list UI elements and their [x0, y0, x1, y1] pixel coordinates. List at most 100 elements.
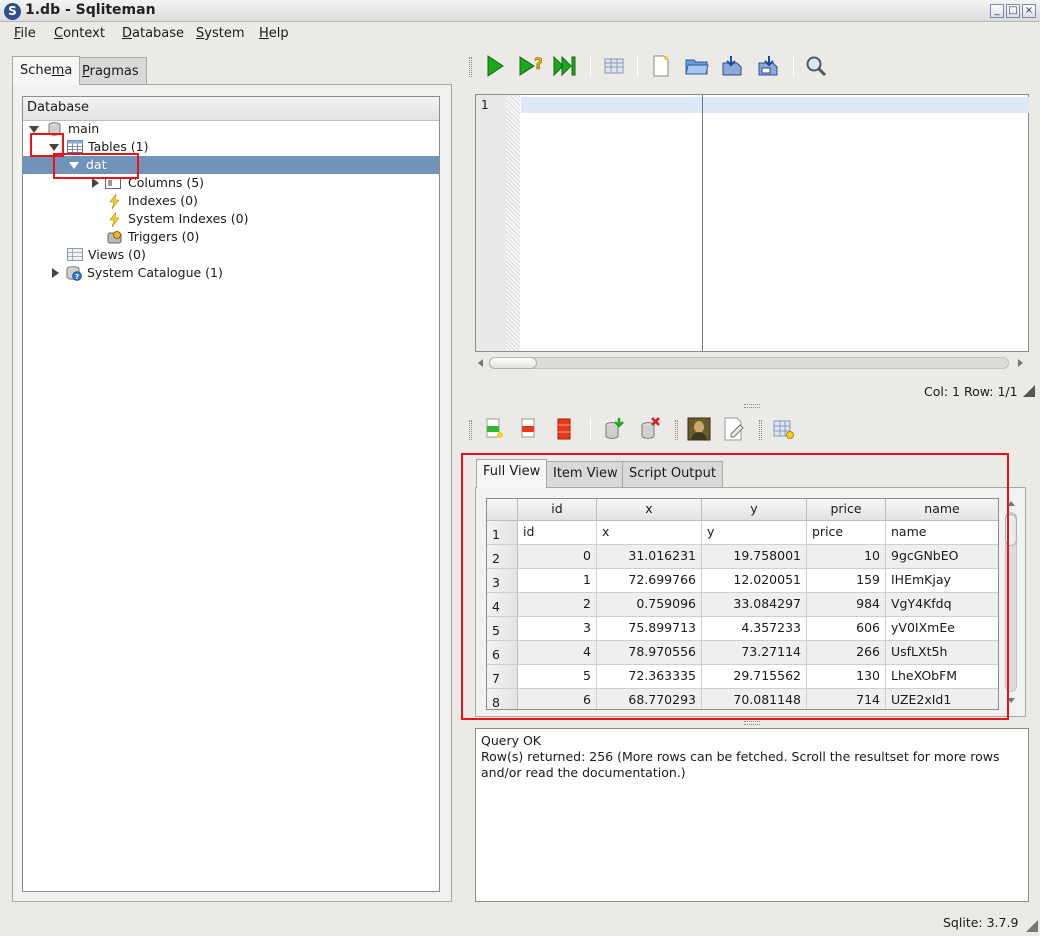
- menu-help[interactable]: Help: [259, 26, 289, 41]
- tree-node-label: System Catalogue (1): [87, 265, 223, 280]
- toolbar-grip[interactable]: [759, 420, 762, 440]
- query-message-area[interactable]: Query OK Row(s) returned: 256 (More rows…: [475, 728, 1029, 902]
- highlight-box-results: [461, 453, 1009, 720]
- toolbar-grip[interactable]: [469, 57, 472, 77]
- toolbar-separator: [793, 55, 794, 77]
- new-table-button[interactable]: [771, 416, 797, 442]
- resize-grip-icon[interactable]: [1026, 920, 1038, 932]
- editor-horizontal-scrollbar[interactable]: [475, 354, 1029, 372]
- tree-node-label: Columns (5): [128, 175, 205, 190]
- lightning-icon: [109, 193, 124, 210]
- menu-help-accel: H: [259, 26, 269, 41]
- database-tree[interactable]: Database main Tables (1) dat Columns (5)…: [22, 96, 440, 892]
- menu-database-label: atabase: [132, 26, 185, 41]
- menu-context[interactable]: Context: [54, 26, 105, 41]
- find-button[interactable]: [803, 53, 829, 79]
- folder-open-icon: [685, 59, 709, 75]
- run-all-icon: [553, 55, 576, 77]
- toolbar-separator: [590, 55, 591, 77]
- expand-arrow-icon[interactable]: [52, 268, 59, 278]
- menu-database-accel: D: [122, 26, 133, 41]
- menu-file[interactable]: File: [14, 26, 36, 41]
- tree-node-label: Indexes (0): [128, 193, 198, 208]
- commit-button[interactable]: [601, 416, 627, 442]
- menu-bar: File Context Database System Help: [0, 22, 1040, 46]
- commit-icon: [605, 418, 624, 439]
- new-file-button[interactable]: [648, 53, 674, 79]
- scrollbar-thumb[interactable]: [489, 357, 537, 369]
- cursor-position-status: Col: 1 Row: 1/1: [924, 384, 1018, 399]
- tree-node-system-indexes[interactable]: System Indexes (0): [23, 210, 439, 228]
- minimize-button[interactable]: _: [990, 4, 1004, 18]
- collapse-arrow-icon[interactable]: [29, 126, 39, 133]
- line-number: 1: [481, 98, 489, 112]
- close-button[interactable]: ×: [1022, 4, 1036, 18]
- save-as-button[interactable]: [756, 53, 782, 79]
- svg-text:?: ?: [534, 54, 542, 73]
- save-file-button[interactable]: [720, 53, 746, 79]
- search-icon: [806, 56, 827, 77]
- edge-marker-line: [702, 95, 703, 351]
- title-bar: S 1.db - Sqliteman _ □ ×: [0, 0, 1040, 22]
- vertical-splitter-handle[interactable]: [744, 721, 760, 725]
- delete-row-button[interactable]: [515, 416, 541, 442]
- toolbar-grip[interactable]: [469, 420, 472, 440]
- scrollbar-track[interactable]: [489, 357, 1009, 369]
- resize-grip-icon[interactable]: [1023, 385, 1035, 397]
- maximize-button[interactable]: □: [1006, 4, 1020, 18]
- edit-item-button[interactable]: [721, 416, 747, 442]
- rollback-button[interactable]: [637, 416, 663, 442]
- sql-editor[interactable]: 1: [475, 94, 1029, 352]
- tab-pragmas-label-b: ragmas: [89, 64, 139, 79]
- menu-context-accel: C: [54, 26, 64, 41]
- table-icon: [67, 140, 83, 154]
- insert-row-button[interactable]: [481, 416, 507, 442]
- window-title: 1.db - Sqliteman: [25, 2, 156, 18]
- message-detail: Row(s) returned: 256 (More rows can be f…: [481, 749, 1000, 780]
- current-line-highlight: [521, 97, 1029, 113]
- save-icon: [722, 56, 742, 76]
- new-table-icon: [773, 420, 794, 439]
- tree-node-views[interactable]: Views (0): [23, 246, 439, 264]
- save-as-icon: [758, 56, 778, 76]
- tab-schema-label-b: a: [64, 63, 73, 78]
- tree-node-label: Triggers (0): [128, 229, 200, 244]
- delete-all-rows-button[interactable]: [551, 416, 577, 442]
- expand-arrow-icon[interactable]: [92, 178, 99, 188]
- menu-system[interactable]: System: [196, 26, 245, 41]
- line-number-gutter: 1: [476, 95, 506, 351]
- explain-icon: ?: [519, 54, 542, 76]
- highlight-box-dat: [53, 153, 139, 179]
- tab-schema[interactable]: Schema: [12, 56, 81, 85]
- lightning-icon: [109, 211, 124, 228]
- run-sql-button[interactable]: [482, 53, 508, 79]
- catalogue-help-icon: ?: [66, 266, 82, 281]
- tab-pragmas[interactable]: Pragmas: [74, 57, 147, 84]
- tree-node-system-catalogue[interactable]: ? System Catalogue (1): [23, 264, 439, 282]
- explain-query-button[interactable]: ?: [517, 53, 543, 79]
- menu-file-label: ile: [20, 26, 36, 41]
- scroll-left-arrow-icon[interactable]: [478, 359, 483, 367]
- menu-database[interactable]: Database: [122, 26, 184, 41]
- tab-schema-label-a: Sche: [20, 63, 52, 78]
- run-script-button[interactable]: [553, 53, 579, 79]
- toolbar-grip[interactable]: [675, 420, 678, 440]
- message-status: Query OK: [481, 733, 541, 748]
- tree-node-label: Views (0): [88, 247, 146, 262]
- tree-node-main[interactable]: main: [23, 120, 439, 138]
- vertical-splitter-handle[interactable]: [744, 404, 760, 408]
- scroll-right-arrow-icon[interactable]: [1018, 359, 1023, 367]
- open-file-button[interactable]: [684, 53, 710, 79]
- menu-help-label: elp: [268, 26, 289, 41]
- menu-context-label: ontext: [63, 26, 105, 41]
- trigger-icon: [107, 230, 122, 244]
- tree-node-triggers[interactable]: Triggers (0): [23, 228, 439, 246]
- rollback-icon: [641, 417, 660, 439]
- tab-full-view[interactable]: Full View: [476, 459, 548, 488]
- blob-preview-button[interactable]: [686, 416, 712, 442]
- tab-schema-accel: m: [51, 63, 65, 78]
- object-browser-button[interactable]: [601, 53, 627, 79]
- sqlite-version-status: Sqlite: 3.7.9: [943, 915, 1019, 930]
- tree-node-indexes[interactable]: Indexes (0): [23, 192, 439, 210]
- picture-icon: [687, 417, 711, 441]
